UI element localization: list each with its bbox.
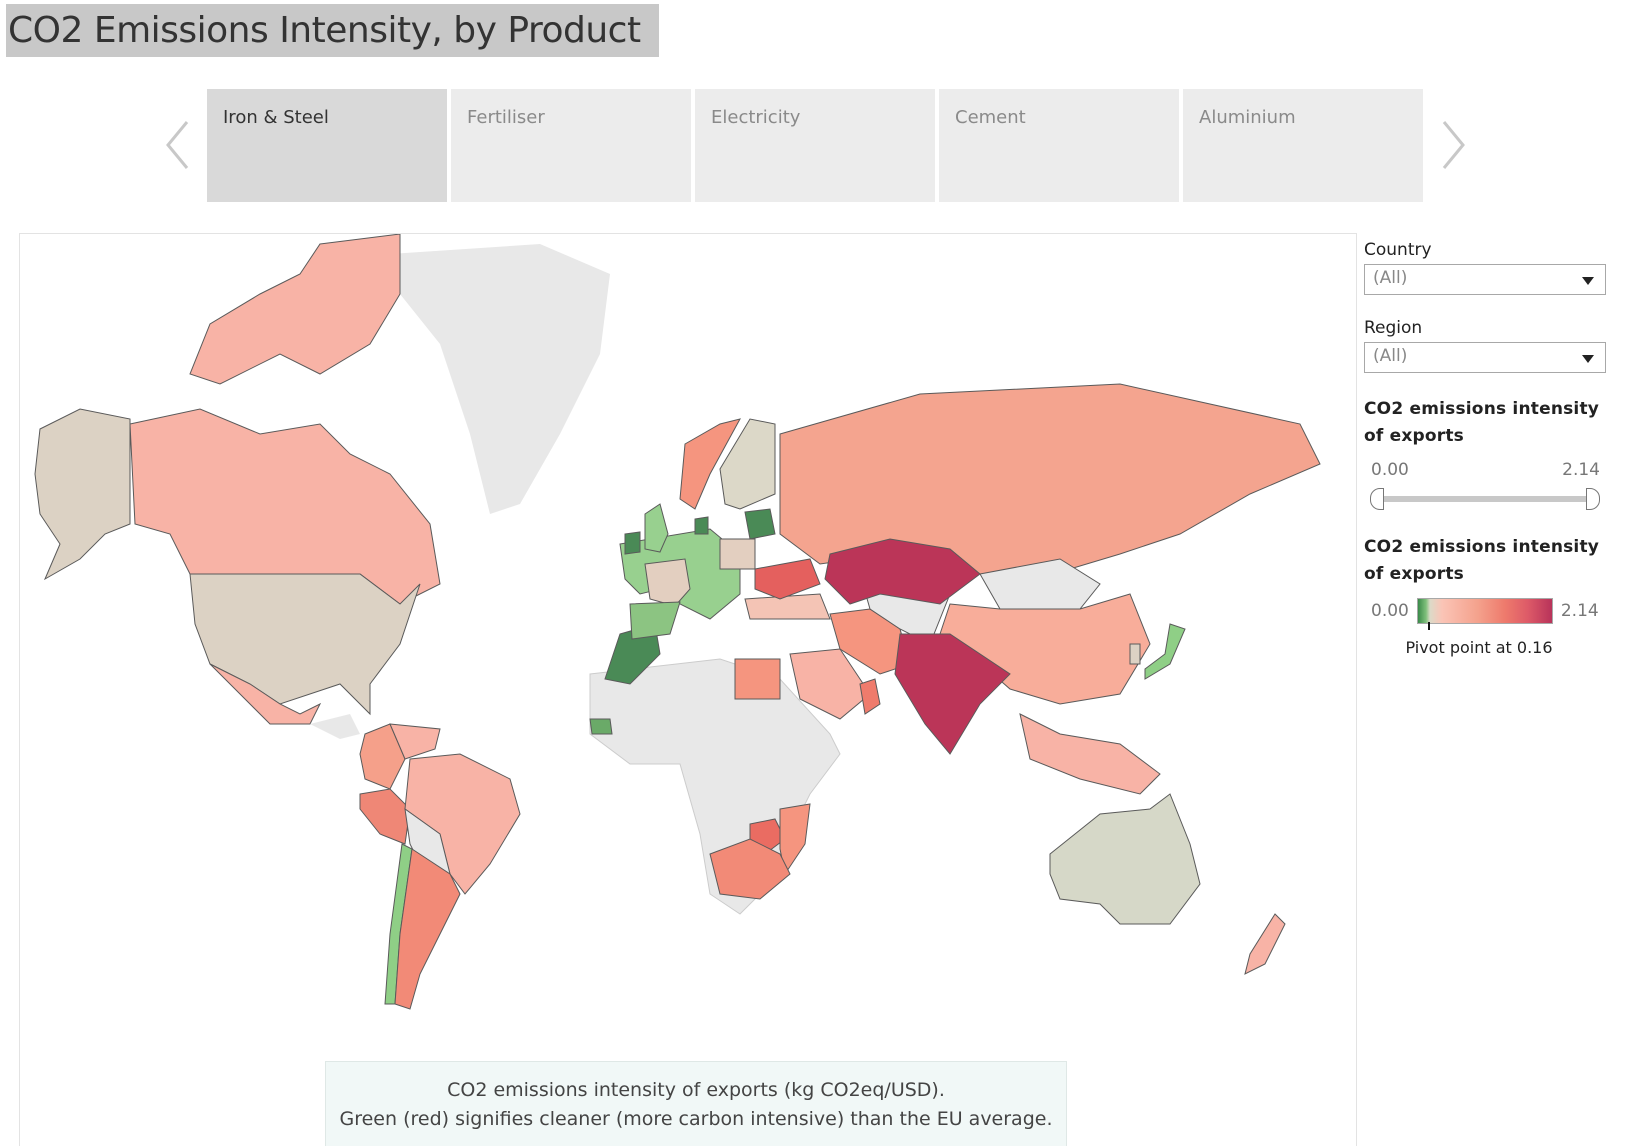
- next-tab-button[interactable]: [1438, 118, 1468, 172]
- region-turkey[interactable]: [744, 593, 831, 620]
- legend-title-line2: of exports: [1364, 564, 1464, 584]
- tab-electricity[interactable]: Electricity: [695, 89, 935, 202]
- region-central-america[interactable]: [310, 714, 360, 739]
- region-russia[interactable]: [779, 383, 1321, 575]
- region-ireland[interactable]: [624, 531, 641, 555]
- legend-min-label: 0.00: [1371, 601, 1409, 621]
- region-japan[interactable]: [1144, 623, 1186, 680]
- region-dropdown-value: (All): [1373, 346, 1408, 366]
- region-baltics[interactable]: [744, 508, 776, 540]
- legend-pivot-text: Pivot point at 0.16: [1405, 638, 1553, 657]
- legend-color-ramp: [1416, 598, 1553, 630]
- choropleth-map[interactable]: [20, 234, 1357, 1146]
- range-filter-title-line1: CO2 emissions intensity: [1364, 399, 1600, 419]
- slider-max-handle[interactable]: [1586, 488, 1600, 510]
- country-filter: Country (All): [1364, 240, 1612, 295]
- region-australia[interactable]: [1049, 793, 1201, 925]
- product-tabs: Iron & Steel Fertiliser Electricity Ceme…: [207, 89, 1423, 202]
- map-caption: CO2 emissions intensity of exports (kg C…: [325, 1061, 1067, 1146]
- region-oman[interactable]: [859, 678, 881, 715]
- color-legend: CO2 emissions intensity of exports 0.00 …: [1364, 534, 1612, 657]
- region-south-korea[interactable]: [1129, 643, 1141, 665]
- tab-fertiliser[interactable]: Fertiliser: [451, 89, 691, 202]
- filter-panel: Country (All) Region (All) CO2 emissions…: [1364, 240, 1612, 657]
- region-filter: Region (All): [1364, 318, 1612, 373]
- region-united-states[interactable]: [189, 573, 421, 716]
- tab-cement[interactable]: Cement: [939, 89, 1179, 202]
- region-denmark[interactable]: [694, 516, 709, 535]
- country-dropdown[interactable]: (All): [1364, 264, 1606, 295]
- region-canada[interactable]: [189, 234, 401, 385]
- previous-tab-button[interactable]: [163, 118, 193, 172]
- country-filter-label: Country: [1364, 240, 1432, 260]
- region-egypt[interactable]: [734, 658, 781, 700]
- country-dropdown-value: (All): [1373, 268, 1408, 288]
- intensity-range-slider[interactable]: [1364, 486, 1606, 512]
- region-filter-label: Region: [1364, 318, 1423, 338]
- region-spain[interactable]: [629, 601, 681, 640]
- intensity-range-filter: CO2 emissions intensity of exports 0.00 …: [1364, 396, 1612, 512]
- region-southeast-asia[interactable]: [1019, 713, 1161, 795]
- caption-line-1: CO2 emissions intensity of exports (kg C…: [447, 1079, 945, 1101]
- region-greenland[interactable]: [390, 244, 610, 514]
- region-peru[interactable]: [359, 788, 411, 845]
- region-dropdown[interactable]: (All): [1364, 342, 1606, 373]
- dashboard-title: CO2 Emissions Intensity, by Product: [6, 4, 659, 57]
- legend-title-line1: CO2 emissions intensity: [1364, 537, 1600, 557]
- legend-pivot-marker: [1427, 622, 1430, 630]
- region-senegal[interactable]: [589, 718, 613, 735]
- dropdown-caret-icon: [1582, 277, 1594, 285]
- dropdown-caret-icon: [1582, 355, 1594, 363]
- legend-max-label: 2.14: [1560, 601, 1599, 621]
- range-max-label: 2.14: [1562, 460, 1600, 480]
- region-poland[interactable]: [719, 538, 756, 570]
- world-map[interactable]: CO2 emissions intensity of exports (kg C…: [19, 233, 1357, 1146]
- region-ukraine[interactable]: [754, 558, 821, 600]
- slider-min-handle[interactable]: [1370, 488, 1384, 510]
- range-filter-title-line2: of exports: [1364, 426, 1464, 446]
- chevron-left-icon: [166, 121, 189, 169]
- region-new-zealand[interactable]: [1244, 913, 1286, 975]
- caption-line-2: Green (red) signifies cleaner (more carb…: [339, 1108, 1053, 1130]
- tab-iron-steel[interactable]: Iron & Steel: [207, 89, 447, 202]
- chevron-right-icon: [1442, 121, 1465, 169]
- region-alaska[interactable]: [34, 408, 131, 581]
- slider-track[interactable]: [1374, 496, 1596, 502]
- range-min-label: 0.00: [1371, 460, 1409, 480]
- tab-aluminium[interactable]: Aluminium: [1183, 89, 1423, 202]
